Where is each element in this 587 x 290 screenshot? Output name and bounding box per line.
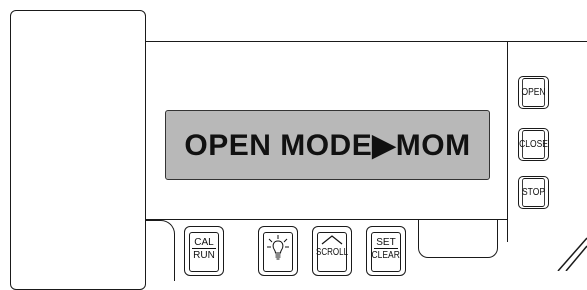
light-button[interactable] [258,226,298,276]
set-label: SET [374,237,398,249]
bottom-left-bezel [146,220,175,281]
lcd-display: OPEN MODE▶MOM [165,110,490,180]
open-button[interactable]: OPEN [518,76,549,109]
scroll-button[interactable]: SCROLL [312,226,352,276]
scroll-label: SCROLL [316,247,349,258]
stop-button[interactable]: STOP [518,176,549,209]
open-button-label: OPEN [521,78,546,107]
left-panel [10,10,146,290]
bottom-right-bezel [418,220,498,258]
set-clear-button[interactable]: SET CLEAR [366,226,406,276]
lcd-text: OPEN MODE▶MOM [184,128,471,162]
close-button-label: CLOSE [519,130,548,159]
stop-button-label: STOP [522,178,545,207]
cal-run-button[interactable]: CAL RUN [184,226,224,276]
scroll-up-arrow-icon [321,235,343,245]
light-bulb-icon [267,235,289,260]
clear-label: CLEAR [371,250,401,261]
cal-label: CAL [192,237,216,249]
close-button[interactable]: CLOSE [518,128,549,161]
run-label: RUN [193,250,215,261]
